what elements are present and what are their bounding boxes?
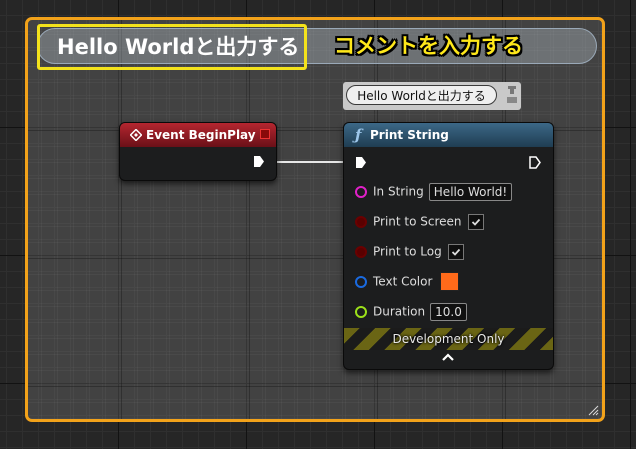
exec-out-pin-icon[interactable]	[529, 156, 541, 169]
text-color-label: Text Color	[373, 274, 433, 289]
exec-wire[interactable]	[265, 158, 355, 168]
node-comment-bubble[interactable]: Hello Worldと出力する	[343, 82, 521, 110]
print-to-log-checkbox[interactable]	[447, 243, 464, 260]
color-pin-icon[interactable]	[355, 275, 367, 288]
pin-print-to-screen[interactable]: Print to Screen	[355, 212, 484, 230]
duration-input[interactable]: 10.0	[430, 302, 467, 321]
print-to-log-label: Print to Log	[373, 244, 442, 259]
in-string-label: In String	[373, 184, 424, 199]
annotation-label: コメントを入力する	[334, 34, 523, 58]
event-beginplay-node[interactable]: Event BeginPlay	[119, 122, 277, 181]
node-comment-text[interactable]: Hello Worldと出力する	[346, 85, 497, 105]
pin-icon[interactable]	[506, 85, 518, 105]
pin-text-color[interactable]: Text Color	[355, 272, 460, 291]
chevron-up-icon[interactable]	[441, 352, 455, 362]
event-diamond-icon	[130, 129, 142, 141]
print-string-node[interactable]: ƒ Print String In String Hello World! Pri…	[343, 122, 554, 370]
exec-in-pin-icon[interactable]	[355, 156, 367, 169]
pin-print-to-log[interactable]: Print to Log	[355, 242, 464, 260]
exec-out-pin-icon[interactable]	[253, 155, 265, 168]
duration-label: Duration	[373, 304, 426, 319]
comment-title[interactable]: Hello Worldと出力する	[37, 24, 307, 70]
event-node-header[interactable]: Event BeginPlay	[120, 123, 276, 147]
development-only-banner: Development Only	[344, 328, 553, 350]
pin-duration[interactable]: Duration 10.0	[355, 302, 467, 321]
resize-grip-icon[interactable]	[587, 404, 599, 416]
print-node-header[interactable]: ƒ Print String	[344, 123, 553, 147]
print-to-screen-label: Print to Screen	[373, 214, 462, 229]
delegate-pin[interactable]	[260, 129, 270, 139]
bool-pin-icon[interactable]	[355, 215, 367, 228]
bool-pin-icon[interactable]	[355, 245, 367, 258]
event-node-title: Event BeginPlay	[146, 128, 256, 142]
print-node-title: Print String	[370, 128, 449, 142]
text-color-swatch[interactable]	[440, 272, 460, 291]
function-icon: ƒ	[355, 126, 362, 144]
checkmark-icon	[451, 248, 460, 256]
pin-in-string[interactable]: In String Hello World!	[355, 182, 513, 201]
in-string-input[interactable]: Hello World!	[428, 182, 513, 201]
float-pin-icon[interactable]	[355, 305, 367, 318]
checkmark-icon	[471, 218, 480, 226]
string-pin-icon[interactable]	[355, 185, 367, 198]
print-to-screen-checkbox[interactable]	[467, 213, 484, 230]
